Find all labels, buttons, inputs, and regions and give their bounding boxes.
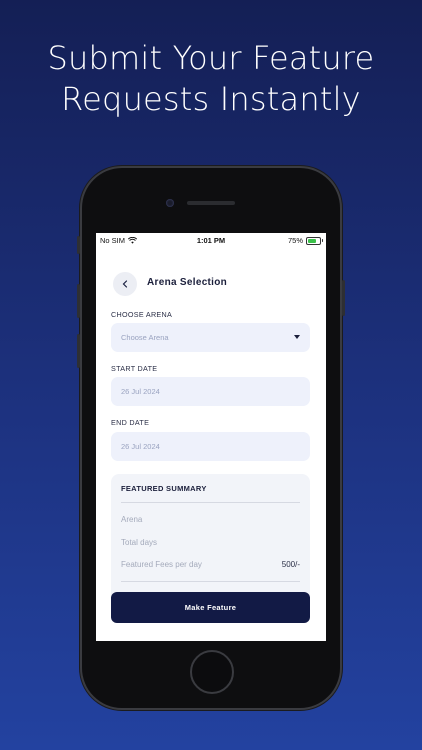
home-button[interactable] <box>190 650 234 694</box>
headline-line-1: Submit Your Feature <box>47 39 375 77</box>
power-button <box>342 280 345 316</box>
summary-row-label: Arena <box>121 515 143 524</box>
summary-row-total-days: Total days <box>121 538 300 547</box>
summary-row-label: Featured Fees per day <box>121 560 202 569</box>
summary-row-fees: Featured Fees per day 500/- <box>121 560 300 569</box>
summary-divider-bottom <box>121 581 300 582</box>
summary-row-arena: Arena <box>121 515 300 524</box>
headline: Submit Your Feature Requests Instantly <box>0 38 422 120</box>
start-date-field[interactable]: 26 Jul 2024 <box>111 377 310 406</box>
summary-title: FEATURED SUMMARY <box>121 484 207 493</box>
battery-icon <box>306 236 323 245</box>
status-bar: No SIM 1:01 PM 75% <box>96 233 326 247</box>
choose-arena-dropdown[interactable]: Choose Arena <box>111 323 310 352</box>
choose-arena-placeholder: Choose Arena <box>121 333 169 342</box>
start-date-label: START DATE <box>111 364 158 373</box>
choose-arena-label: CHOOSE ARENA <box>111 310 173 319</box>
volume-down-button <box>77 334 80 368</box>
end-date-value: 26 Jul 2024 <box>121 442 160 451</box>
chevron-left-icon <box>122 280 128 288</box>
volume-up-button <box>77 284 80 318</box>
summary-row-label: Total days <box>121 538 158 547</box>
page-title: Arena Selection <box>147 277 228 288</box>
start-date-value: 26 Jul 2024 <box>121 387 160 396</box>
summary-divider-top <box>121 502 300 503</box>
back-button[interactable] <box>113 272 137 296</box>
end-date-label: END DATE <box>111 418 150 427</box>
end-date-field[interactable]: 26 Jul 2024 <box>111 432 310 461</box>
summary-row-value: 500/- <box>281 560 300 569</box>
mute-switch <box>77 236 80 254</box>
make-feature-button[interactable]: Make Feature <box>111 592 310 623</box>
headline-line-2: Requests Instantly <box>61 80 361 118</box>
front-camera <box>166 199 174 207</box>
earpiece-speaker <box>187 201 235 205</box>
phone-frame: No SIM 1:01 PM 75% Arena Selection CHOOS… <box>77 168 345 708</box>
battery-percent: 75% <box>287 236 303 245</box>
battery-fill <box>308 238 317 243</box>
app-screen: No SIM 1:01 PM 75% Arena Selection CHOOS… <box>96 233 326 641</box>
caret-down-icon <box>294 335 300 339</box>
featured-summary-card: FEATURED SUMMARY Arena Total days Featur… <box>111 474 310 604</box>
